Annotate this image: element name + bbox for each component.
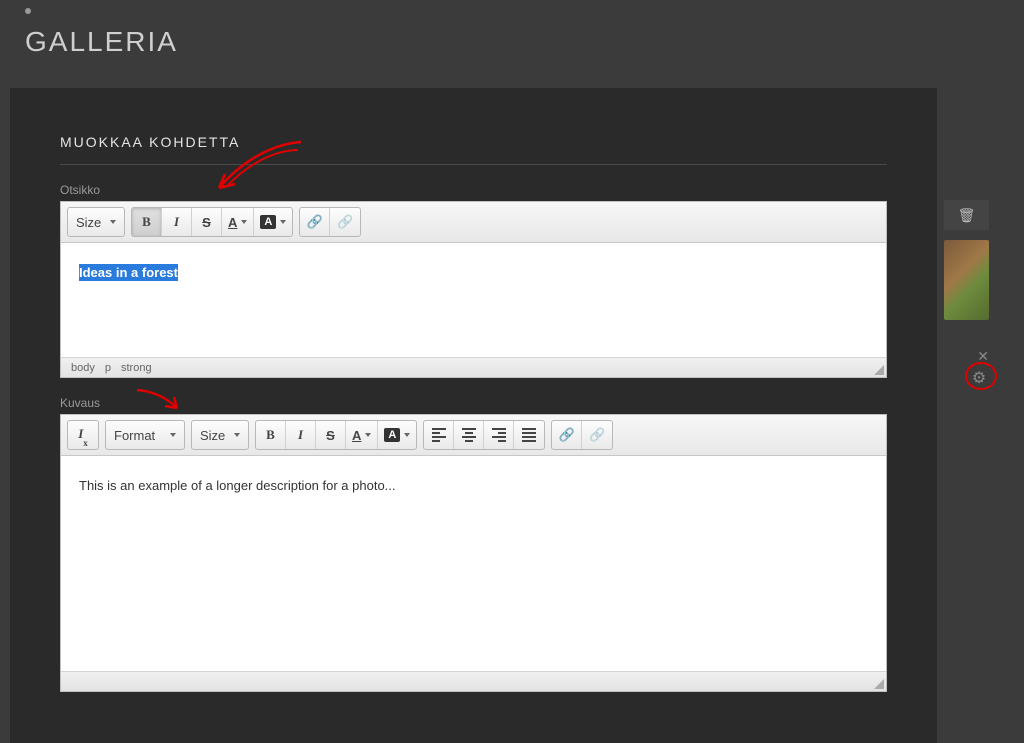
link-button[interactable]: 🔗 [300,208,330,236]
bg-color-icon: A [260,215,276,229]
page-title: GALLERIA [25,26,178,58]
chevron-down-icon [404,433,410,437]
chevron-down-icon [365,433,371,437]
bold-icon: B [266,427,275,443]
align-right-button[interactable] [484,421,514,449]
size-label: Size [76,215,101,230]
align-left-icon [432,428,446,442]
title-editor: Size B I S A A 🔗 🔗 Ideas in a forest [60,201,887,378]
chevron-down-icon [241,220,247,224]
desc-content[interactable]: This is an example of a longer descripti… [61,456,886,671]
desc-text: This is an example of a longer descripti… [79,478,396,493]
resize-handle[interactable] [874,679,884,689]
link-button[interactable]: 🔗 [552,421,582,449]
remove-format-icon: Ix [78,426,88,444]
strike-button[interactable]: S [192,208,222,236]
unlink-button[interactable]: 🔗 [582,421,612,449]
align-center-icon [462,428,476,442]
text-color-button[interactable]: A [222,208,254,236]
size-dropdown[interactable]: Size [68,208,124,236]
align-left-button[interactable] [424,421,454,449]
link-icon: 🔗 [559,427,575,443]
trash-button[interactable]: 🗑 [944,200,989,230]
desc-editor: Ix Format Size B I S [60,414,887,692]
path-body[interactable]: body [71,362,95,374]
desc-field-label: Kuvaus [60,396,887,410]
chevron-down-icon [170,433,176,437]
strike-icon: S [202,215,211,230]
annotation-circle [965,362,997,390]
bg-color-button[interactable]: A [378,421,416,449]
bold-button[interactable]: B [132,208,162,236]
strike-icon: S [326,428,335,443]
window-dot [25,8,31,14]
text-color-button[interactable]: A [346,421,378,449]
italic-icon: I [174,214,179,230]
strike-button[interactable]: S [316,421,346,449]
chevron-down-icon [280,220,286,224]
text-color-icon: A [228,215,237,230]
bg-color-button[interactable]: A [254,208,292,236]
chevron-down-icon [110,220,116,224]
link-icon: 🔗 [307,214,323,230]
panel-title: MUOKKAA KOHDETTA [60,134,887,165]
title-toolbar: Size B I S A A 🔗 🔗 [61,202,886,243]
chevron-down-icon [234,433,240,437]
gallery-thumbnail[interactable] [944,240,989,320]
bold-button[interactable]: B [256,421,286,449]
size-label: Size [200,428,225,443]
size-dropdown[interactable]: Size [192,421,248,449]
trash-icon: 🗑 [958,207,976,224]
italic-button[interactable]: I [286,421,316,449]
remove-format-button[interactable]: Ix [68,421,98,449]
align-center-button[interactable] [454,421,484,449]
path-p[interactable]: p [105,362,111,374]
format-label: Format [114,428,155,443]
desc-path-bar [61,671,886,691]
text-color-icon: A [352,428,361,443]
desc-toolbar: Ix Format Size B I S [61,415,886,456]
align-right-icon [492,428,506,442]
unlink-icon: 🔗 [337,214,353,230]
path-strong[interactable]: strong [121,362,152,374]
resize-handle[interactable] [874,365,884,375]
title-selected-text: Ideas in a forest [79,264,178,281]
italic-icon: I [298,427,303,443]
unlink-icon: 🔗 [589,427,605,443]
align-justify-icon [522,428,536,442]
unlink-button[interactable]: 🔗 [330,208,360,236]
align-justify-button[interactable] [514,421,544,449]
bold-icon: B [142,214,151,230]
bg-color-icon: A [384,428,400,442]
format-dropdown[interactable]: Format [106,421,184,449]
edit-panel: MUOKKAA KOHDETTA Otsikko Size B I S A A [10,88,937,743]
title-path-bar: body p strong [61,357,886,377]
title-content[interactable]: Ideas in a forest [61,243,886,357]
title-field-label: Otsikko [60,183,887,197]
italic-button[interactable]: I [162,208,192,236]
